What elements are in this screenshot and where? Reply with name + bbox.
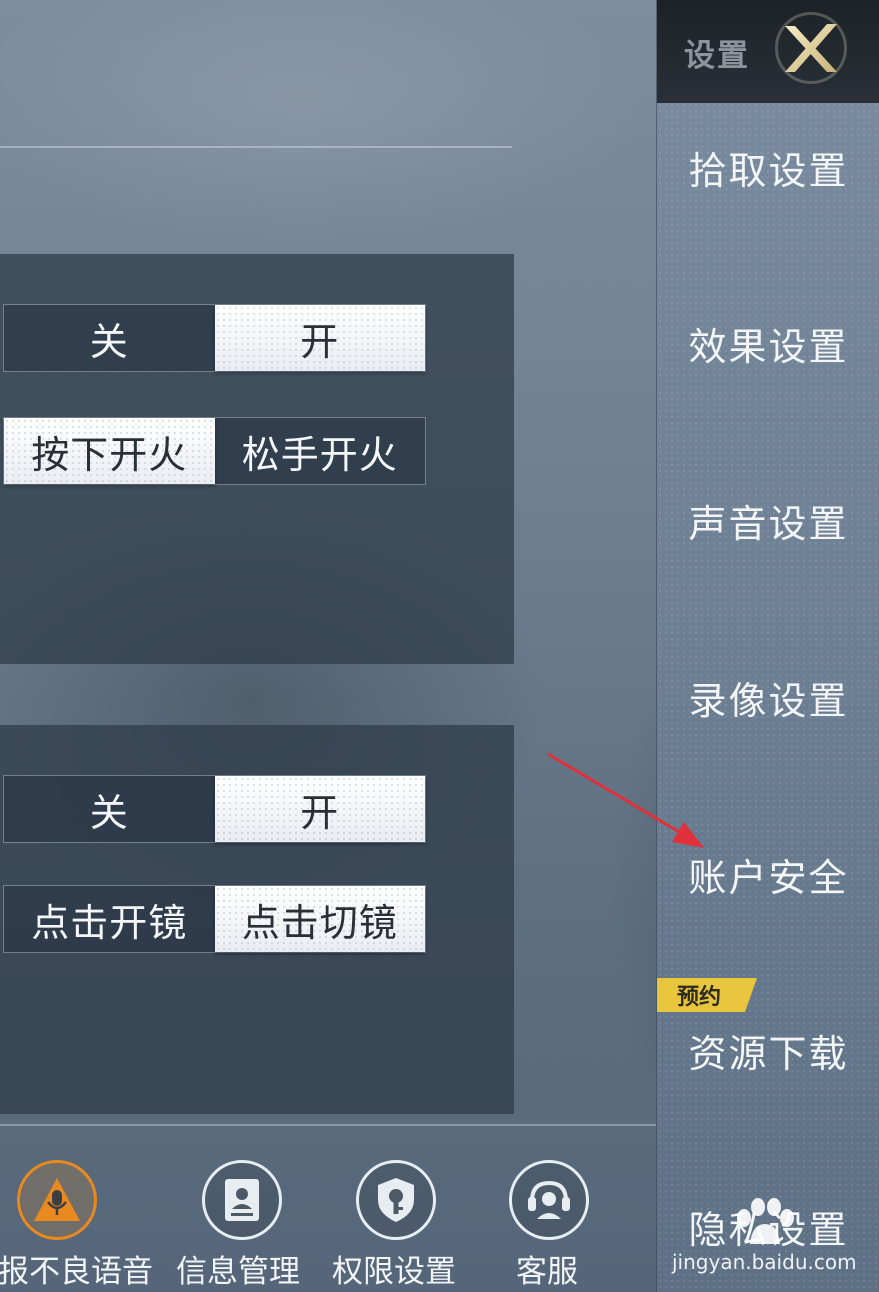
option-off[interactable]: 关 bbox=[4, 305, 215, 371]
close-x-icon bbox=[785, 24, 837, 72]
info-management-button[interactable]: 信息管理 bbox=[176, 1126, 310, 1292]
baidu-watermark: jingyan.baidu.com bbox=[672, 1198, 872, 1280]
customer-service-label: 客服 bbox=[516, 1254, 578, 1290]
sidebar-item-pickup-settings[interactable]: 拾取设置 bbox=[657, 117, 879, 217]
baidu-paw-icon bbox=[737, 1198, 794, 1244]
bottom-bar: 报不良语音 信息管理 权限设置 客服 bbox=[0, 1126, 656, 1292]
toggle-row-scope-mode: 点击开镜 点击切镜 bbox=[3, 885, 426, 953]
permission-settings-label: 权限设置 bbox=[332, 1254, 456, 1290]
sidebar-item-label: 声音设置 bbox=[688, 501, 849, 546]
option-press-fire[interactable]: 按下开火 bbox=[4, 418, 215, 484]
sidebar-item-resource-download[interactable]: 资源下载 bbox=[657, 1000, 879, 1100]
sidebar-item-account-security[interactable]: 账户安全 bbox=[657, 824, 879, 924]
option-tap-scope[interactable]: 点击开镜 bbox=[4, 886, 215, 952]
close-button[interactable] bbox=[775, 12, 847, 84]
toggle-row-fire-mode: 按下开火 松手开火 bbox=[3, 417, 426, 485]
sidebar-item-sound-settings[interactable]: 声音设置 bbox=[657, 470, 879, 570]
settings-sidebar: 设置 拾取设置 效果设置 声音设置 录像设置 账户安全 预约 资源下载 隐私设置 bbox=[656, 0, 879, 1292]
sidebar-item-label: 录像设置 bbox=[688, 678, 849, 723]
sidebar-title: 设置 bbox=[684, 38, 750, 74]
option-release-fire[interactable]: 松手开火 bbox=[215, 418, 426, 484]
sidebar-item-label: 资源下载 bbox=[688, 1031, 849, 1076]
permission-settings-button[interactable]: 权限设置 bbox=[330, 1126, 464, 1292]
info-management-label: 信息管理 bbox=[176, 1254, 300, 1290]
sidebar-item-label: 效果设置 bbox=[688, 324, 849, 369]
sidebar-item-recording-settings[interactable]: 录像设置 bbox=[657, 647, 879, 747]
option-on[interactable]: 开 bbox=[214, 776, 425, 842]
settings-panel-2: 关 开 点击开镜 点击切镜 bbox=[0, 725, 514, 1114]
sidebar-item-effect-settings[interactable]: 效果设置 bbox=[657, 293, 879, 393]
option-on[interactable]: 开 bbox=[214, 305, 425, 371]
shield-key-icon bbox=[356, 1160, 436, 1240]
watermark-text: jingyan.baidu.com bbox=[672, 1250, 857, 1274]
toggle-row-on-off-2: 关 开 bbox=[3, 775, 426, 843]
headset-icon bbox=[509, 1160, 589, 1240]
option-off[interactable]: 关 bbox=[4, 776, 215, 842]
toggle-row-on-off-1: 关 开 bbox=[3, 304, 426, 372]
option-tap-switch-scope[interactable]: 点击切镜 bbox=[214, 886, 425, 952]
id-card-icon bbox=[202, 1160, 282, 1240]
report-voice-button[interactable]: 报不良语音 bbox=[0, 1126, 160, 1292]
settings-panel-1: 关 开 按下开火 松手开火 bbox=[0, 254, 514, 664]
microphone-warning-icon bbox=[17, 1160, 97, 1240]
sidebar-item-label: 拾取设置 bbox=[688, 148, 849, 193]
report-voice-label: 报不良语音 bbox=[0, 1254, 153, 1290]
customer-service-button[interactable]: 客服 bbox=[500, 1126, 600, 1292]
sidebar-header: 设置 bbox=[657, 0, 879, 103]
top-divider bbox=[0, 146, 512, 148]
sidebar-item-label: 账户安全 bbox=[688, 855, 849, 900]
